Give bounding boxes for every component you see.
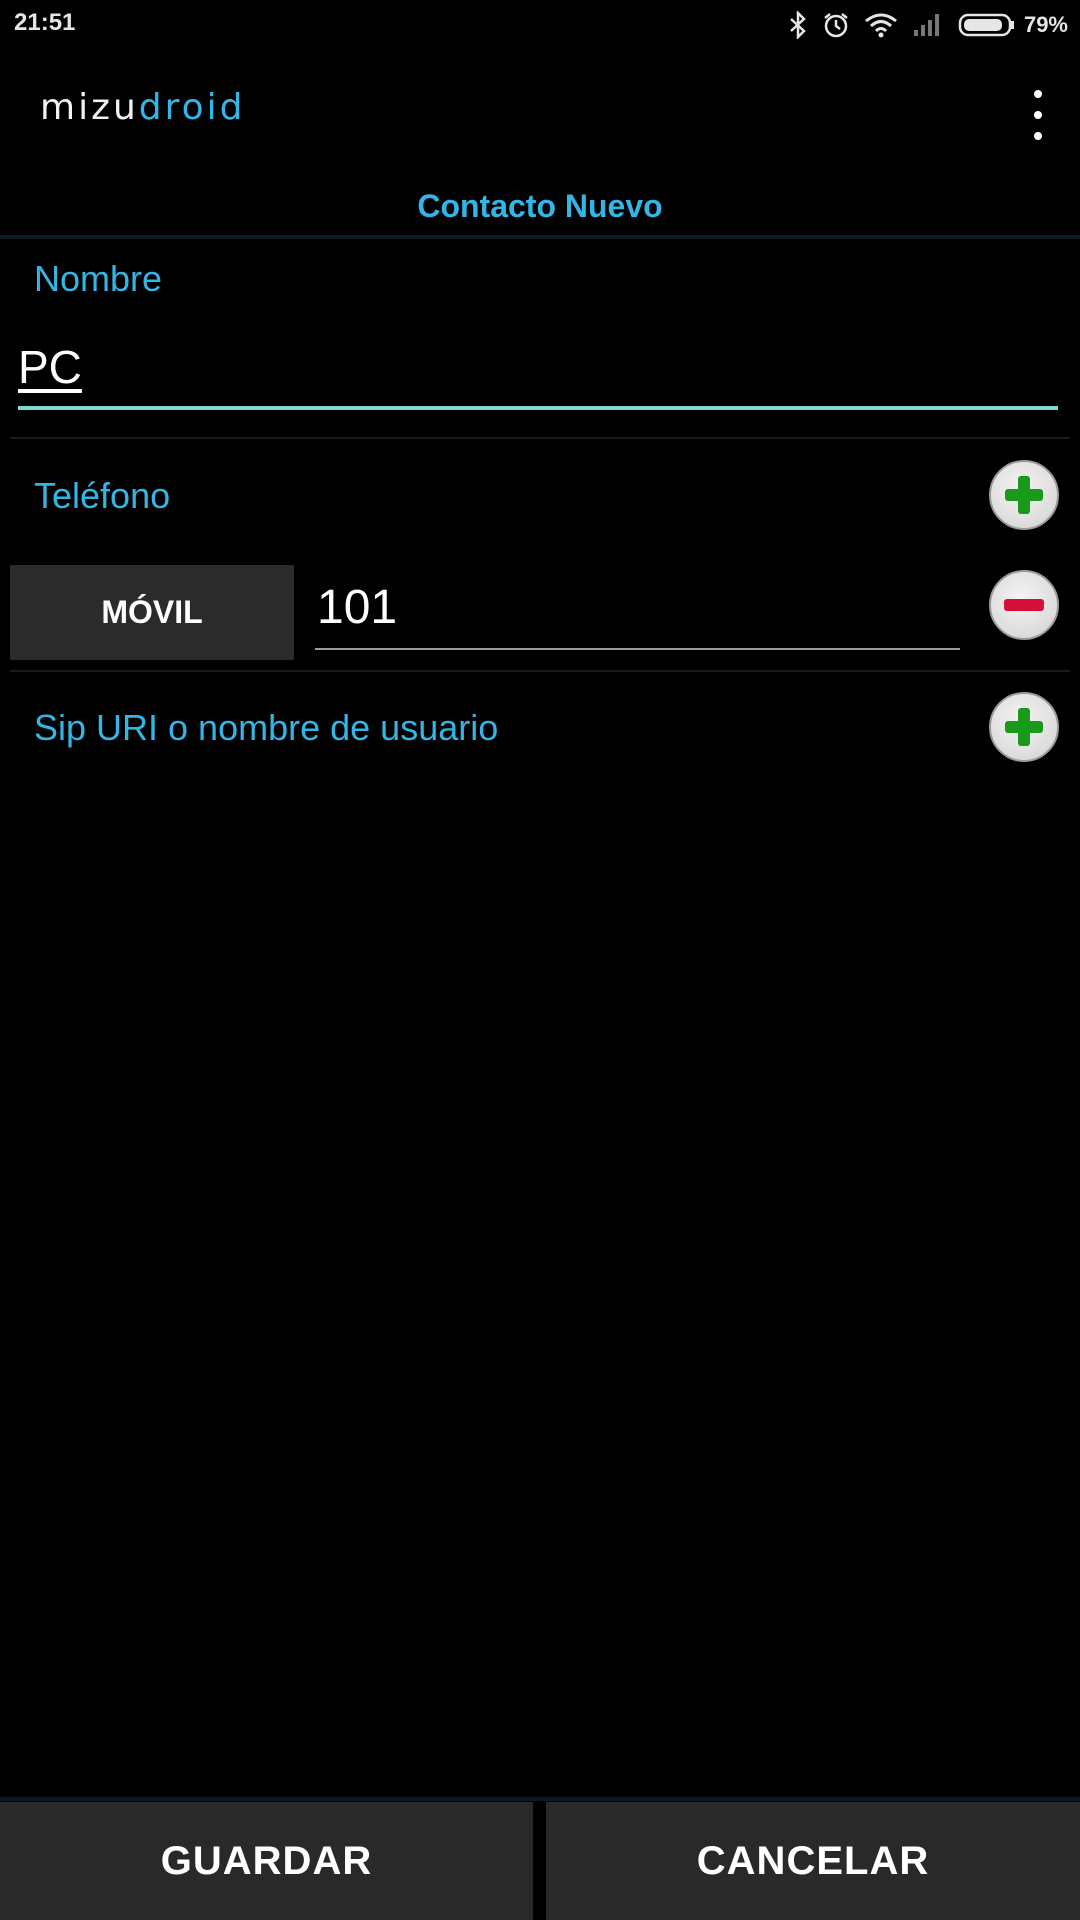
add-phone-button[interactable] xyxy=(989,460,1059,530)
cancel-button[interactable]: CANCELAR xyxy=(546,1802,1080,1920)
save-button[interactable]: GUARDAR xyxy=(0,1802,533,1920)
title-divider xyxy=(0,235,1080,239)
plus-icon xyxy=(1005,708,1043,746)
alarm-icon xyxy=(822,11,850,39)
page-title: Contacto Nuevo xyxy=(417,188,663,224)
status-icons: 79% xyxy=(774,8,1068,42)
bottom-divider xyxy=(0,1797,1080,1801)
phone-input[interactable]: 101 xyxy=(315,580,960,650)
app-bar: mizudroid xyxy=(0,50,1080,180)
bluetooth-icon xyxy=(788,11,808,39)
section-divider xyxy=(10,670,1070,672)
add-sip-button[interactable] xyxy=(989,692,1059,762)
sip-label: Sip URI o nombre de usuario xyxy=(34,707,499,748)
phone-label: Teléfono xyxy=(34,475,171,516)
wifi-icon xyxy=(864,11,898,39)
logo-part-1: mizu xyxy=(40,87,139,128)
section-divider xyxy=(10,437,1070,439)
name-label: Nombre xyxy=(34,258,163,299)
remove-phone-button[interactable] xyxy=(989,570,1059,640)
minus-icon xyxy=(1004,599,1044,611)
signal-icon xyxy=(912,12,944,38)
status-time: 21:51 xyxy=(14,9,76,36)
overflow-menu-icon[interactable] xyxy=(1020,90,1056,140)
logo-part-2: droid xyxy=(138,87,246,128)
battery-icon xyxy=(958,12,1016,38)
phone-type-button[interactable]: MÓVIL xyxy=(10,565,294,660)
battery-percent: 79% xyxy=(1023,12,1068,37)
app-logo: mizudroid xyxy=(40,90,246,126)
app-screen: 21:51 79% mizudroid Contacto Nuevo Nombr… xyxy=(0,0,1080,1920)
plus-icon xyxy=(1005,476,1043,514)
name-input[interactable]: PC xyxy=(18,340,1058,410)
status-bar: 21:51 79% xyxy=(0,0,1080,50)
